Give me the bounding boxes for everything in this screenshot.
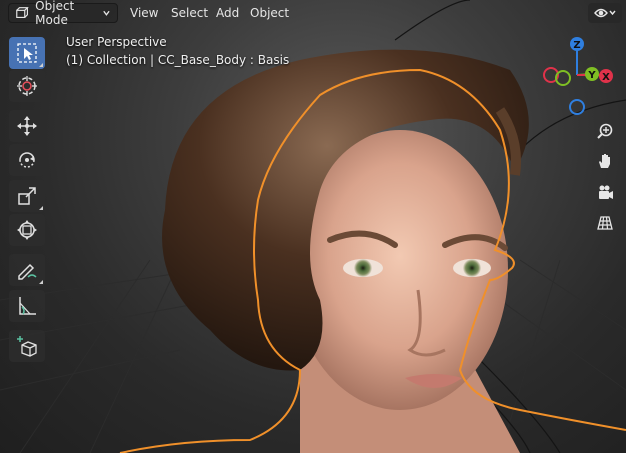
tool-annotate[interactable] — [9, 254, 45, 286]
gizmo-y-label: Y — [587, 70, 596, 81]
transform-icon — [17, 220, 37, 240]
add-cube-icon — [17, 336, 37, 357]
scene-render — [0, 0, 626, 453]
navigation-gizmo[interactable]: Z Y X — [540, 34, 622, 116]
tool-rotate[interactable] — [9, 144, 45, 176]
3d-viewport[interactable]: Object Mode View Select Add Object User … — [0, 0, 626, 453]
visibility-dropdown[interactable] — [588, 3, 622, 23]
tool-variants-indicator — [39, 280, 43, 284]
annotate-icon — [18, 263, 37, 280]
eye-icon — [594, 8, 616, 18]
menu-select[interactable]: Select — [165, 3, 214, 23]
camera-icon — [599, 185, 613, 199]
select-box-icon — [17, 43, 37, 63]
perspective-toggle-button[interactable] — [592, 210, 618, 236]
chevron-down-icon — [103, 10, 110, 16]
tool-add-cube[interactable] — [9, 330, 45, 362]
cursor-icon — [17, 76, 37, 96]
hand-icon — [599, 154, 610, 168]
menu-view[interactable]: View — [124, 3, 164, 23]
gizmo-x-label: X — [602, 72, 610, 83]
move-icon — [17, 116, 37, 136]
menu-add[interactable]: Add — [210, 3, 245, 23]
menu-object[interactable]: Object — [244, 3, 295, 23]
grid-icon — [597, 216, 613, 230]
tool-select-box[interactable] — [9, 37, 45, 69]
zoom-button[interactable] — [592, 118, 618, 144]
tool-variants-indicator — [39, 206, 43, 210]
tool-move[interactable] — [9, 110, 45, 142]
object-mode-icon — [16, 7, 29, 19]
mode-label: Object Mode — [35, 0, 75, 27]
camera-view-button[interactable] — [592, 180, 618, 206]
zoom-icon — [597, 123, 613, 139]
measure-icon — [19, 297, 36, 315]
gizmo-neg-z — [569, 99, 585, 115]
pan-button[interactable] — [592, 148, 618, 174]
mode-dropdown[interactable]: Object Mode — [8, 0, 118, 27]
tool-scale[interactable] — [9, 180, 45, 212]
collection-info: (1) Collection | CC_Base_Body : Basis — [66, 53, 290, 67]
rotate-icon — [19, 152, 35, 168]
tool-measure[interactable] — [9, 290, 45, 322]
gizmo-z-label: Z — [573, 40, 580, 51]
tool-cursor[interactable] — [9, 70, 45, 102]
tool-variants-indicator — [39, 63, 43, 67]
viewport-header: Object Mode View Select Add Object — [0, 0, 626, 27]
scale-icon — [18, 187, 36, 205]
tool-transform[interactable] — [9, 214, 45, 246]
view-name: User Perspective — [66, 35, 167, 49]
